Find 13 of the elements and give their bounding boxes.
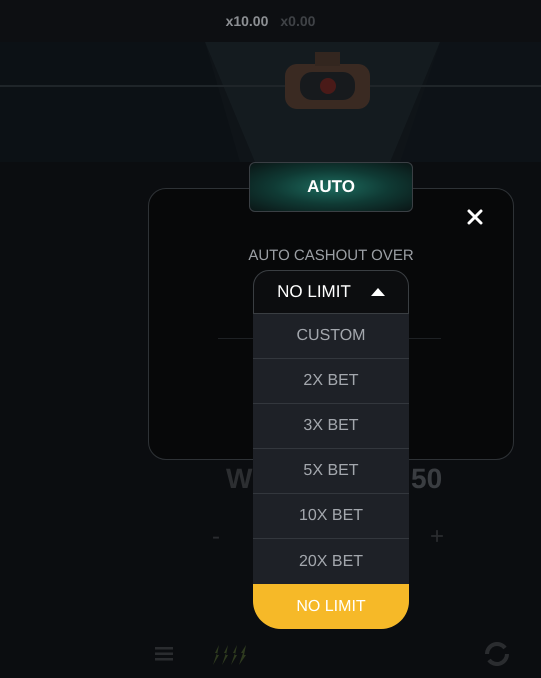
dropdown-option[interactable]: 3X BET [253,404,409,449]
dropdown-option[interactable]: 5X BET [253,449,409,494]
cashout-label: AUTO CASHOUT OVER [247,246,415,266]
cashout-dropdown[interactable]: NO LIMIT [253,270,409,314]
multiplier-text: x10.00 [226,12,268,30]
caret-icon [370,288,385,296]
dropdown-option[interactable]: 2X BET [253,359,409,404]
auto-tab[interactable]: AUTO [249,162,413,212]
menu-icon[interactable] [155,647,173,661]
dropdown-option[interactable]: 20X BET [253,539,409,584]
refresh-icon[interactable] [483,640,511,668]
dropdown-option[interactable]: CUSTOM [253,314,409,359]
dropdown-option[interactable]: 10X BET [253,494,409,539]
